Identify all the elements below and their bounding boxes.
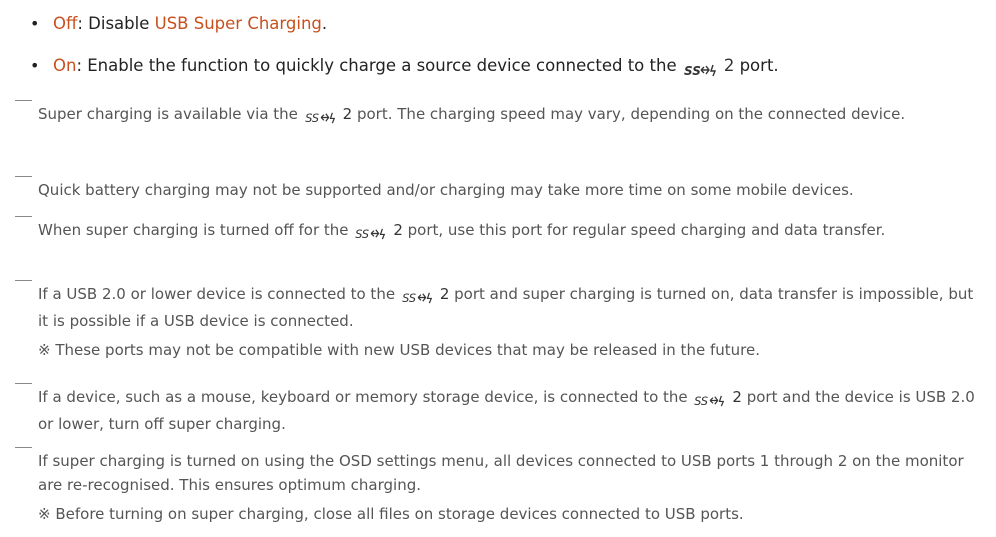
note-usb2-device: If a USB 2.0 or lower device is connecte…: [15, 280, 978, 362]
usb-super-charging-link: USB Super Charging: [154, 14, 322, 33]
note-turn-off: If a device, such as a mouse, keyboard o…: [15, 383, 978, 436]
note-text: port. The charging speed may vary, depen…: [352, 105, 906, 123]
bullet-on: • On: Enable the function to quickly char…: [30, 55, 779, 80]
note-text: Super charging is available via the: [38, 105, 303, 123]
compatibility-note: ※ These ports may not be compatible with…: [38, 341, 760, 359]
close-files-note: ※ Before turning on super charging, clos…: [38, 505, 744, 523]
bullet-on-text: : Enable the function to quickly charge …: [76, 56, 682, 75]
note-dash: [15, 100, 32, 101]
term-on: On: [53, 56, 77, 75]
port-number: 2: [732, 388, 742, 406]
ss-usb-charge-icon: SS: [402, 285, 438, 309]
term-off: Off: [53, 14, 78, 33]
note-text: If a device, such as a mouse, keyboard o…: [38, 388, 693, 406]
note-text: port, use this port for regular speed ch…: [402, 221, 886, 239]
port-number: 2: [723, 56, 735, 75]
note-turned-off: When super charging is turned off for th…: [15, 216, 978, 245]
ss-usb-charge-icon: SS: [355, 221, 391, 245]
bullet-off: • Off: Disable USB Super Charging.: [30, 13, 327, 35]
svg-text:SS: SS: [695, 395, 709, 408]
note-dash: [15, 176, 32, 177]
note-text: When super charging is turned off for th…: [38, 221, 354, 239]
port-number: 2: [393, 221, 403, 239]
port-number: 2: [342, 105, 353, 123]
bullet-on-end: port.: [734, 56, 779, 75]
bullet-dot: •: [30, 14, 40, 33]
note-availability: Super charging is available via the SS 2 …: [15, 100, 978, 129]
note-text: If super charging is turned on using the…: [38, 452, 964, 494]
bullet-off-text: : Disable: [77, 14, 155, 33]
note-dash: [15, 280, 32, 281]
note-dash: [15, 447, 32, 448]
ss-usb-charge-icon: SS: [694, 388, 730, 412]
svg-text:SS: SS: [402, 292, 416, 305]
note-dash: [15, 383, 32, 384]
svg-text:SS: SS: [684, 64, 701, 78]
note-osd-menu: If super charging is turned on using the…: [15, 447, 978, 526]
note-text: If a USB 2.0 or lower device is connecte…: [38, 285, 400, 303]
bullet-off-end: .: [321, 14, 328, 33]
svg-text:SS: SS: [356, 228, 370, 241]
note-text: Quick battery charging may not be suppor…: [38, 181, 854, 199]
ss-usb-charge-icon: SS: [305, 105, 341, 129]
bullet-dot: •: [30, 56, 40, 75]
svg-text:SS: SS: [305, 112, 319, 125]
port-number: 2: [439, 285, 450, 303]
ss-usb-charge-icon: SS: [684, 58, 722, 80]
note-dash: [15, 216, 32, 217]
note-quick-charging: Quick battery charging may not be suppor…: [15, 176, 978, 202]
